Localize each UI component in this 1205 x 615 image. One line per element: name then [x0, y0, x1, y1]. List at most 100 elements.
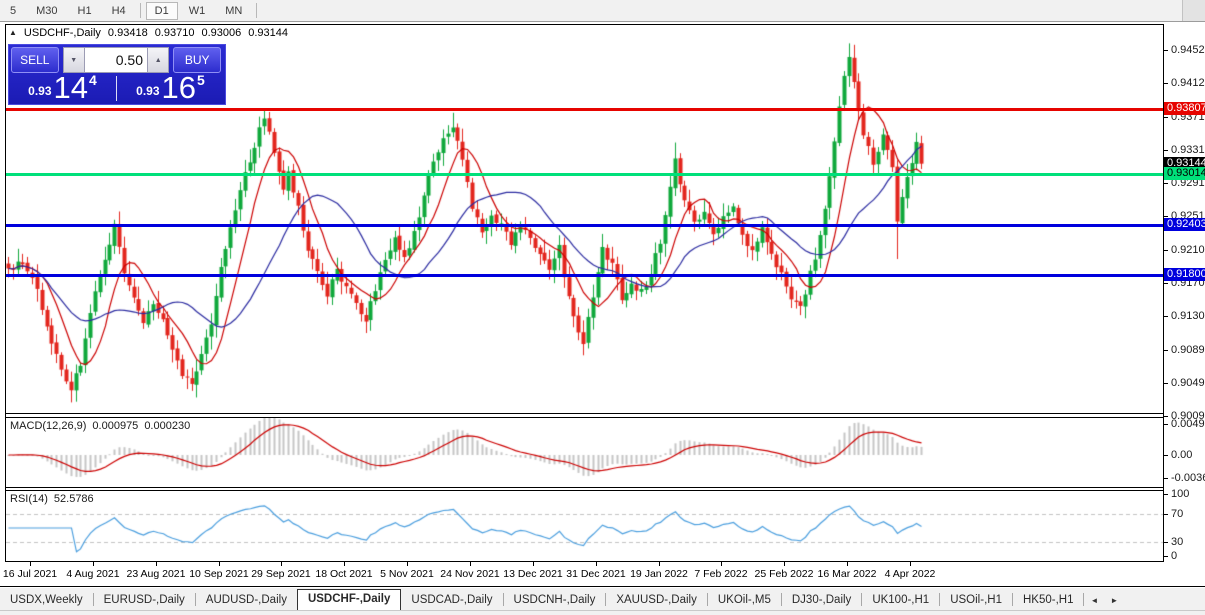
- macd-axis-label: 0.00: [1171, 449, 1192, 461]
- buy-price-pip: 5: [197, 72, 205, 88]
- price-axis-label: 0.94520: [1171, 44, 1205, 56]
- chart-tab-xauusd-daily[interactable]: XAUUSD-,Daily: [606, 590, 707, 610]
- time-axis-label: 29 Sep 2021: [251, 568, 311, 580]
- chart-tabs-bar: USDX,WeeklyEURUSD-,DailyAUDUSD-,DailyUSD…: [0, 588, 1205, 610]
- rsi-axis-tick-mark: [1164, 494, 1168, 495]
- price-axis-label: 0.90890: [1171, 344, 1205, 356]
- rsi-axis-label: 0: [1171, 550, 1177, 562]
- ohlc-high: 0.93710: [155, 27, 195, 39]
- volume-input[interactable]: [85, 47, 147, 73]
- ohlc-low: 0.93006: [201, 27, 241, 39]
- chart-tab-ukoil-m5[interactable]: UKOil-,M5: [708, 590, 781, 610]
- time-axis-tick-mark: [30, 562, 31, 566]
- price-level-line-0.93807[interactable]: [6, 108, 1163, 111]
- price-axis-tick-mark: [1164, 350, 1168, 351]
- window-border-bottom: [0, 586, 1205, 587]
- chart-tab-audusd-daily[interactable]: AUDUSD-,Daily: [196, 590, 297, 610]
- timeframe-toolbar: 5M30H1H4 D1W1MN: [0, 0, 1205, 22]
- tab-scroll-right-icon[interactable]: ►: [1104, 591, 1124, 610]
- collapse-one-click-icon[interactable]: ▲: [9, 29, 17, 37]
- sell-price-main: 14: [54, 75, 88, 100]
- price-level-line-0.93014[interactable]: [6, 173, 1163, 176]
- ohlc-open: 0.93418: [108, 27, 148, 39]
- ohlc-close: 0.93144: [248, 27, 288, 39]
- chart-tab-usdchf-daily[interactable]: USDCHF-,Daily: [297, 589, 401, 610]
- time-axis-label: 4 Apr 2022: [885, 568, 936, 580]
- time-axis-label: 19 Jan 2022: [630, 568, 688, 580]
- chart-tab-usdcnh-daily[interactable]: USDCNH-,Daily: [504, 590, 606, 610]
- timeframe-button-h1[interactable]: H1: [69, 2, 101, 20]
- time-axis-tick-mark: [470, 562, 471, 566]
- chart-tab-usoil-h1[interactable]: USOil-,H1: [940, 590, 1012, 610]
- time-axis-tick-mark: [344, 562, 345, 566]
- one-click-trade-panel: SELL ▼ ▲ BUY 0.93 14 4 0.93 16 5: [8, 44, 226, 105]
- price-axis-label: 0.90490: [1171, 377, 1205, 389]
- rsi-name: RSI(14): [10, 493, 48, 505]
- time-axis-label: 10 Sep 2021: [189, 568, 249, 580]
- rsi-value: 52.5786: [54, 493, 94, 505]
- macd-axis-tick-mark: [1164, 455, 1168, 456]
- macd-label: MACD(12,26,9) 0.000975 0.000230: [10, 420, 190, 432]
- timeframe-button-h4[interactable]: H4: [103, 2, 135, 20]
- macd-pane-border-bottom: [5, 487, 1164, 488]
- timeframe-button-d1[interactable]: D1: [146, 2, 178, 20]
- time-axis-label: 24 Nov 2021: [440, 568, 500, 580]
- rsi-label: RSI(14) 52.5786: [10, 493, 94, 505]
- timeframe-button-mn[interactable]: MN: [216, 2, 251, 20]
- price-tag-0.92403: 0.92403: [1164, 218, 1205, 231]
- time-axis-tick-mark: [847, 562, 848, 566]
- sell-price-prefix: 0.93: [28, 84, 51, 98]
- chart-tab-usdx-weekly[interactable]: USDX,Weekly: [0, 590, 93, 610]
- main-pane-border-bottom: [5, 413, 1164, 414]
- toolbar-separator: [140, 3, 141, 18]
- macd-main-value: 0.000975: [92, 420, 138, 432]
- rsi-pane-border-bottom: [5, 561, 1164, 562]
- time-axis-tick-mark: [93, 562, 94, 566]
- time-axis-tick-mark: [219, 562, 220, 566]
- macd-name: MACD(12,26,9): [10, 420, 86, 432]
- toolbar-separator: [256, 3, 257, 18]
- chart-tab-dj30-daily[interactable]: DJ30-,Daily: [782, 590, 861, 610]
- toolbar-right-gripper: [1182, 0, 1205, 21]
- sell-button[interactable]: SELL: [11, 47, 59, 73]
- rsi-axis-label: 70: [1171, 508, 1183, 520]
- price-axis-tick-mark: [1164, 150, 1168, 151]
- chart-tab-usdcad-daily[interactable]: USDCAD-,Daily: [401, 590, 502, 610]
- timeframe-button-w1[interactable]: W1: [180, 2, 215, 20]
- chart-tab-hk50-h1[interactable]: HK50-,H1: [1013, 590, 1084, 610]
- price-level-line-0.918[interactable]: [6, 274, 1163, 277]
- price-axis-tick-mark: [1164, 183, 1168, 184]
- tabbar-bottom-strip: [0, 610, 1205, 615]
- time-axis-tick-mark: [533, 562, 534, 566]
- price-level-line-0.92403[interactable]: [6, 224, 1163, 227]
- time-axis-label: 18 Oct 2021: [315, 568, 372, 580]
- price-axis-tick-mark: [1164, 117, 1168, 118]
- buy-price[interactable]: 0.93 16 5: [117, 74, 224, 103]
- chart-header: ▲ USDCHF-,Daily 0.93418 0.93710 0.93006 …: [9, 26, 288, 40]
- chart-tab-uk100-h1[interactable]: UK100-,H1: [862, 590, 939, 610]
- rsi-axis-tick-mark: [1164, 542, 1168, 543]
- chart-tab-eurusd-daily[interactable]: EURUSD-,Daily: [94, 590, 195, 610]
- price-axis-tick-mark: [1164, 283, 1168, 284]
- rsi-axis-tick-mark: [1164, 514, 1168, 515]
- tab-scroll-left-icon[interactable]: ◄: [1084, 591, 1104, 610]
- time-axis-label: 5 Nov 2021: [380, 568, 434, 580]
- macd-axis-tick-mark: [1164, 424, 1168, 425]
- sell-price[interactable]: 0.93 14 4: [9, 74, 116, 103]
- time-axis-label: 31 Dec 2021: [566, 568, 626, 580]
- macd-signal-value: 0.000230: [144, 420, 190, 432]
- price-axis-tick-mark: [1164, 316, 1168, 317]
- rsi-canvas[interactable]: [6, 491, 1163, 561]
- macd-axis-label: -0.00361: [1171, 472, 1205, 484]
- chart-symbol-title: USDCHF-,Daily: [24, 27, 101, 39]
- price-axis-label: 0.94120: [1171, 77, 1205, 89]
- time-axis-label: 25 Feb 2022: [755, 568, 814, 580]
- price-axis-tick-mark: [1164, 50, 1168, 51]
- sell-price-pip: 4: [89, 72, 97, 88]
- timeframe-button-m30[interactable]: M30: [27, 2, 66, 20]
- time-axis-label: 16 Jul 2021: [3, 568, 57, 580]
- time-axis-label: 7 Feb 2022: [694, 568, 747, 580]
- price-axis-tick-mark: [1164, 383, 1168, 384]
- timeframe-button-5[interactable]: 5: [1, 2, 25, 20]
- price-axis-tick-mark: [1164, 83, 1168, 84]
